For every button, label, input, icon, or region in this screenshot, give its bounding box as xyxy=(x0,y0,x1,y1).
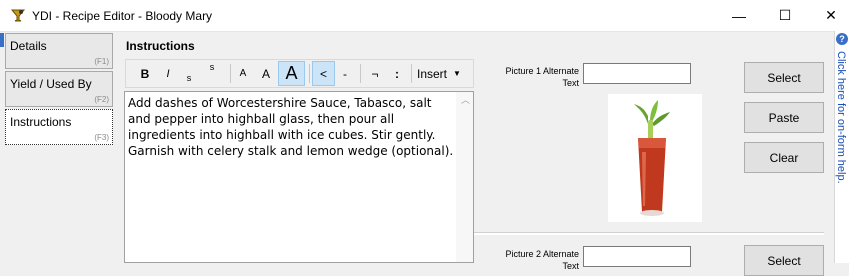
tab-label: Yield / Used By xyxy=(10,77,92,91)
section-title: Instructions xyxy=(126,39,195,53)
tab-label: Details xyxy=(10,39,47,53)
tab-yield-used-by[interactable]: Yield / Used By (F2) xyxy=(5,71,113,107)
scroll-up-icon[interactable]: ︿ xyxy=(461,93,470,106)
tab-details[interactable]: Details (F1) xyxy=(5,33,113,69)
picture1-alt-input[interactable] xyxy=(583,63,691,84)
picture1-alt-label: Picture 1 Alternate Text xyxy=(484,65,579,89)
help-icon[interactable]: ? xyxy=(836,33,848,45)
insert-dropdown[interactable]: Insert ▼ xyxy=(417,61,473,86)
toolbar-separator xyxy=(411,64,412,83)
picture1-select-button[interactable]: Select xyxy=(744,62,824,93)
tab-instructions[interactable]: Instructions (F3) xyxy=(5,109,113,145)
colon-button[interactable]: : xyxy=(388,61,406,86)
picture2-alt-input[interactable] xyxy=(583,246,691,267)
instructions-editor[interactable]: Add dashes of Worcestershire Sauce, Taba… xyxy=(124,91,474,263)
subscript-button[interactable]: s xyxy=(180,61,198,86)
title-bar: YDI - Recipe Editor - Bloody Mary — ☐ ✕ xyxy=(0,0,849,32)
toolbar-separator xyxy=(360,64,361,83)
bold-button[interactable]: B xyxy=(134,61,156,86)
tab-label: Instructions xyxy=(10,115,72,129)
editor-scrollbar[interactable]: ︿ xyxy=(456,92,473,262)
bloody-mary-photo xyxy=(608,94,702,222)
chevron-down-icon: ▼ xyxy=(453,69,461,78)
minimize-button[interactable]: — xyxy=(716,0,762,31)
font-medium-button[interactable]: A xyxy=(256,61,276,86)
picture-divider xyxy=(474,232,824,235)
maximize-button[interactable]: ☐ xyxy=(762,0,808,31)
font-large-button[interactable]: A xyxy=(278,61,305,86)
label-line: Picture 2 Alternate xyxy=(505,249,579,259)
font-small-button[interactable]: A xyxy=(234,61,252,86)
label-line: Picture 1 Alternate xyxy=(505,66,579,76)
label-line: Text xyxy=(562,261,579,271)
drink-image-icon xyxy=(634,100,670,216)
instructions-text[interactable]: Add dashes of Worcestershire Sauce, Taba… xyxy=(128,95,455,159)
picture1-paste-button[interactable]: Paste xyxy=(744,102,824,133)
help-strip[interactable]: ? Click here for on-form help. xyxy=(834,31,849,263)
picture2-alt-label: Picture 2 Alternate Text xyxy=(484,248,579,272)
format-toolbar: B I s s A A A < - ¬ : Insert ▼ xyxy=(125,59,474,88)
tab-shortcut: (F3) xyxy=(94,133,109,142)
superscript-button[interactable]: s xyxy=(203,61,221,86)
tab-shortcut: (F1) xyxy=(94,57,109,66)
not-symbol-button[interactable]: ¬ xyxy=(366,61,384,86)
window-title: YDI - Recipe Editor - Bloody Mary xyxy=(32,9,213,23)
left-edge-marker xyxy=(0,33,4,47)
dash-button[interactable]: - xyxy=(336,61,354,86)
toolbar-separator xyxy=(309,64,310,83)
toolbar-separator xyxy=(230,64,231,83)
app-logo-icon xyxy=(10,9,26,22)
tab-shortcut: (F2) xyxy=(94,95,109,104)
picture1-clear-button[interactable]: Clear xyxy=(744,142,824,173)
insert-label: Insert xyxy=(417,66,448,81)
italic-button[interactable]: I xyxy=(159,61,177,86)
less-than-button[interactable]: < xyxy=(312,61,335,86)
close-button[interactable]: ✕ xyxy=(808,0,849,31)
help-link[interactable]: Click here for on-form help. xyxy=(835,51,847,184)
picture2-select-button[interactable]: Select xyxy=(744,245,824,276)
label-line: Text xyxy=(562,78,579,88)
